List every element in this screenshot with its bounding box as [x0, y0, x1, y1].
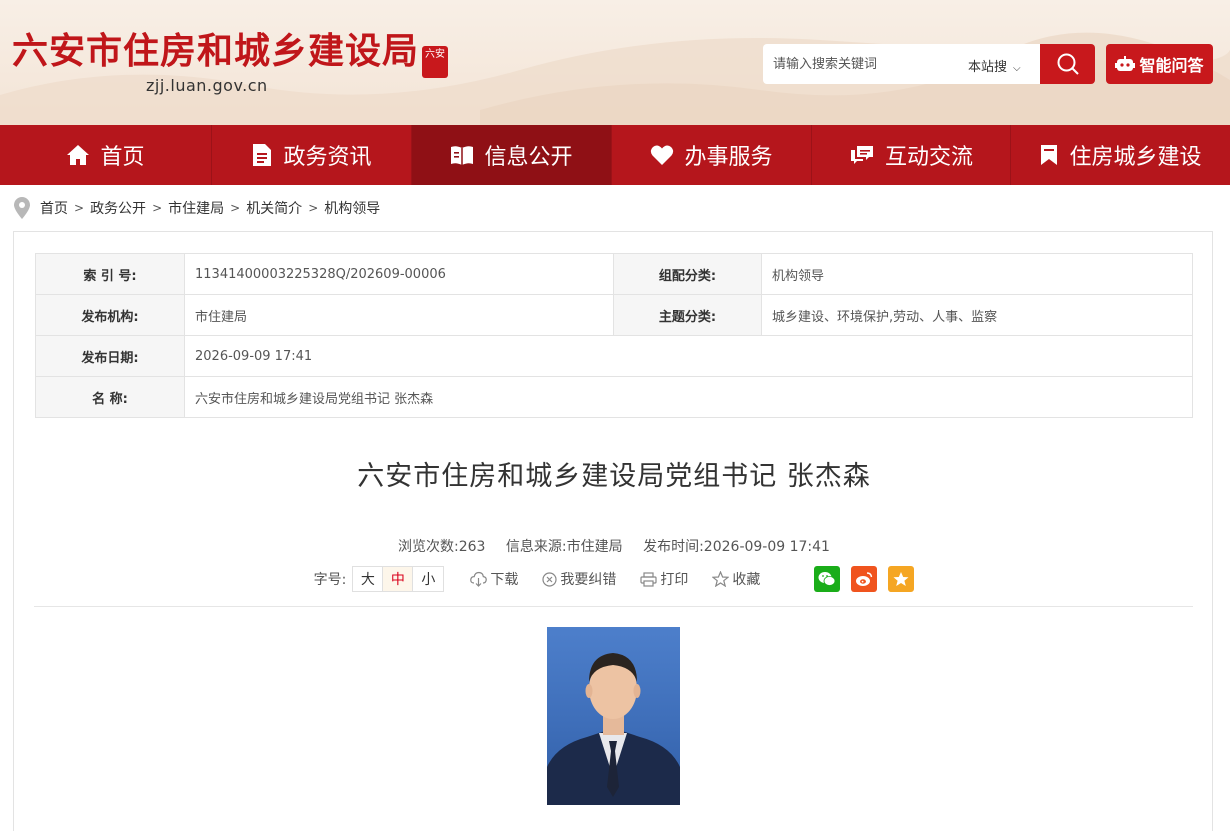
bookmark-icon [1041, 145, 1058, 165]
breadcrumb-bureau[interactable]: 市住建局 [168, 198, 224, 218]
meta-label: 名 称: [35, 376, 185, 418]
font-size-large-button[interactable]: 大 [353, 567, 384, 591]
ai-qa-button[interactable]: 智能问答 [1106, 44, 1213, 84]
font-size-group: 大 中 小 [352, 566, 445, 592]
nav-label: 首页 [100, 145, 145, 170]
article-container: 索 引 号: 11341400003225328Q/202609-00006 组… [13, 231, 1213, 831]
article-title: 六安市住房和城乡建设局党组书记 张杰森 [357, 461, 871, 492]
breadcrumb: 首页 > 政务公开 > 市住建局 > 机关简介 > 机构领导 [14, 196, 380, 220]
meta-value: 11341400003225328Q/202609-00006 [184, 253, 614, 295]
home-icon [67, 145, 90, 165]
wechat-icon [818, 572, 836, 586]
meta-value: 机构领导 [761, 253, 1193, 295]
breadcrumb-leaders[interactable]: 机构领导 [324, 198, 380, 218]
divider [34, 606, 1193, 607]
error-circle-icon [542, 571, 557, 587]
nav-item-info-open[interactable]: 信息公开 [412, 125, 612, 185]
share-qzone-button[interactable] [888, 566, 915, 592]
print-button[interactable]: 打印 [640, 569, 688, 589]
chevron-right-icon: > [230, 201, 241, 215]
correct-error-button[interactable]: 我要纠错 [542, 569, 616, 589]
meta-label: 发布日期: [35, 335, 185, 377]
ai-qa-label: 智能问答 [1139, 56, 1204, 75]
search-icon [1057, 53, 1079, 75]
table-row: 发布机构: 市住建局 主题分类: 城乡建设、环境保护,劳动、人事、监察 [35, 294, 1193, 336]
font-size-label: 字号: [313, 572, 347, 588]
meta-label: 索 引 号: [35, 253, 185, 295]
font-size-medium-button[interactable]: 中 [383, 567, 414, 591]
meta-label: 发布机构: [35, 294, 185, 336]
nav-item-construction[interactable]: 住房城乡建设 [1011, 125, 1230, 185]
meta-value: 2026-09-09 17:41 [184, 335, 1193, 377]
meta-value: 市住建局 [184, 294, 614, 336]
person-portrait [547, 653, 680, 805]
favorite-label: 收藏 [732, 572, 761, 588]
search-scope-select[interactable]: 本站搜 ⌵ [968, 56, 1021, 75]
search-box: 本站搜 ⌵ [763, 44, 1040, 84]
printer-icon [640, 571, 657, 587]
main-nav: 首页 政务资讯 信息公开 办事服务 互动交流 住房城乡建设 [0, 125, 1230, 185]
print-label: 打印 [660, 572, 689, 588]
info-source: 信息来源:市住建局 [505, 539, 623, 555]
portrait-photo [547, 627, 680, 805]
nav-label: 住房城乡建设 [1069, 145, 1202, 170]
heart-icon [651, 145, 674, 165]
breadcrumb-intro[interactable]: 机关简介 [246, 198, 302, 218]
meta-value: 六安市住房和城乡建设局党组书记 张杰森 [184, 376, 1193, 418]
meta-label: 组配分类: [613, 253, 762, 295]
chevron-down-icon: ⌵ [1013, 63, 1021, 74]
seal-logo: 六安 [422, 46, 448, 78]
document-icon [253, 144, 272, 166]
nav-item-news[interactable]: 政务资讯 [212, 125, 412, 185]
nav-label: 政务资讯 [283, 145, 372, 170]
nav-item-services[interactable]: 办事服务 [612, 125, 812, 185]
breadcrumb-home[interactable]: 首页 [40, 198, 68, 218]
chevron-right-icon: > [74, 201, 85, 215]
article-tools: 字号: 大 中 小 下载 我要纠错 打印 收藏 [14, 565, 1214, 593]
robot-icon [1115, 56, 1136, 71]
table-row: 索 引 号: 11341400003225328Q/202609-00006 组… [35, 253, 1193, 295]
qzone-star-icon [893, 572, 909, 586]
meta-label: 主题分类: [613, 294, 762, 336]
site-domain: zjj.luan.gov.cn [146, 76, 268, 95]
download-label: 下载 [490, 572, 519, 588]
font-size-small-button[interactable]: 小 [413, 567, 444, 591]
article-info: 浏览次数:263 信息来源:市住建局 发布时间:2026-09-09 17:41 [14, 536, 1214, 556]
chevron-right-icon: > [152, 201, 163, 215]
search-button[interactable] [1040, 44, 1095, 84]
table-row: 名 称: 六安市住房和城乡建设局党组书记 张杰森 [35, 376, 1193, 418]
nav-item-interaction[interactable]: 互动交流 [812, 125, 1011, 185]
site-header: 六安市住房和城乡建设局 zjj.luan.gov.cn 六安 本站搜 ⌵ 智能问答 [0, 0, 1230, 125]
star-icon [712, 571, 730, 587]
view-count: 浏览次数:263 [398, 539, 486, 555]
share-weibo-button[interactable] [851, 566, 878, 592]
seal-text: 六安 [425, 49, 445, 60]
nav-label: 互动交流 [884, 145, 973, 170]
search-scope-label: 本站搜 [968, 60, 1008, 75]
location-pin-icon [14, 197, 30, 219]
open-book-icon [451, 146, 474, 165]
weibo-icon [856, 572, 873, 586]
nav-item-home[interactable]: 首页 [0, 125, 212, 185]
font-size-control: 字号: 大 中 小 [314, 566, 445, 592]
download-button[interactable]: 下载 [470, 569, 518, 589]
cloud-download-icon [470, 571, 488, 587]
site-title[interactable]: 六安市住房和城乡建设局 [12, 22, 419, 74]
share-wechat-button[interactable] [814, 566, 841, 592]
breadcrumb-gov-open[interactable]: 政务公开 [90, 198, 146, 218]
search-input[interactable] [763, 44, 958, 84]
chat-icon [850, 146, 873, 164]
chevron-right-icon: > [308, 201, 319, 215]
correct-error-label: 我要纠错 [560, 572, 617, 588]
favorite-button[interactable]: 收藏 [712, 569, 760, 589]
nav-label: 办事服务 [684, 145, 773, 170]
table-row: 发布日期: 2026-09-09 17:41 [35, 335, 1193, 377]
meta-value: 城乡建设、环境保护,劳动、人事、监察 [761, 294, 1193, 336]
nav-label: 信息公开 [484, 145, 573, 170]
publish-time: 发布时间:2026-09-09 17:41 [643, 539, 830, 555]
meta-table: 索 引 号: 11341400003225328Q/202609-00006 组… [35, 253, 1193, 418]
